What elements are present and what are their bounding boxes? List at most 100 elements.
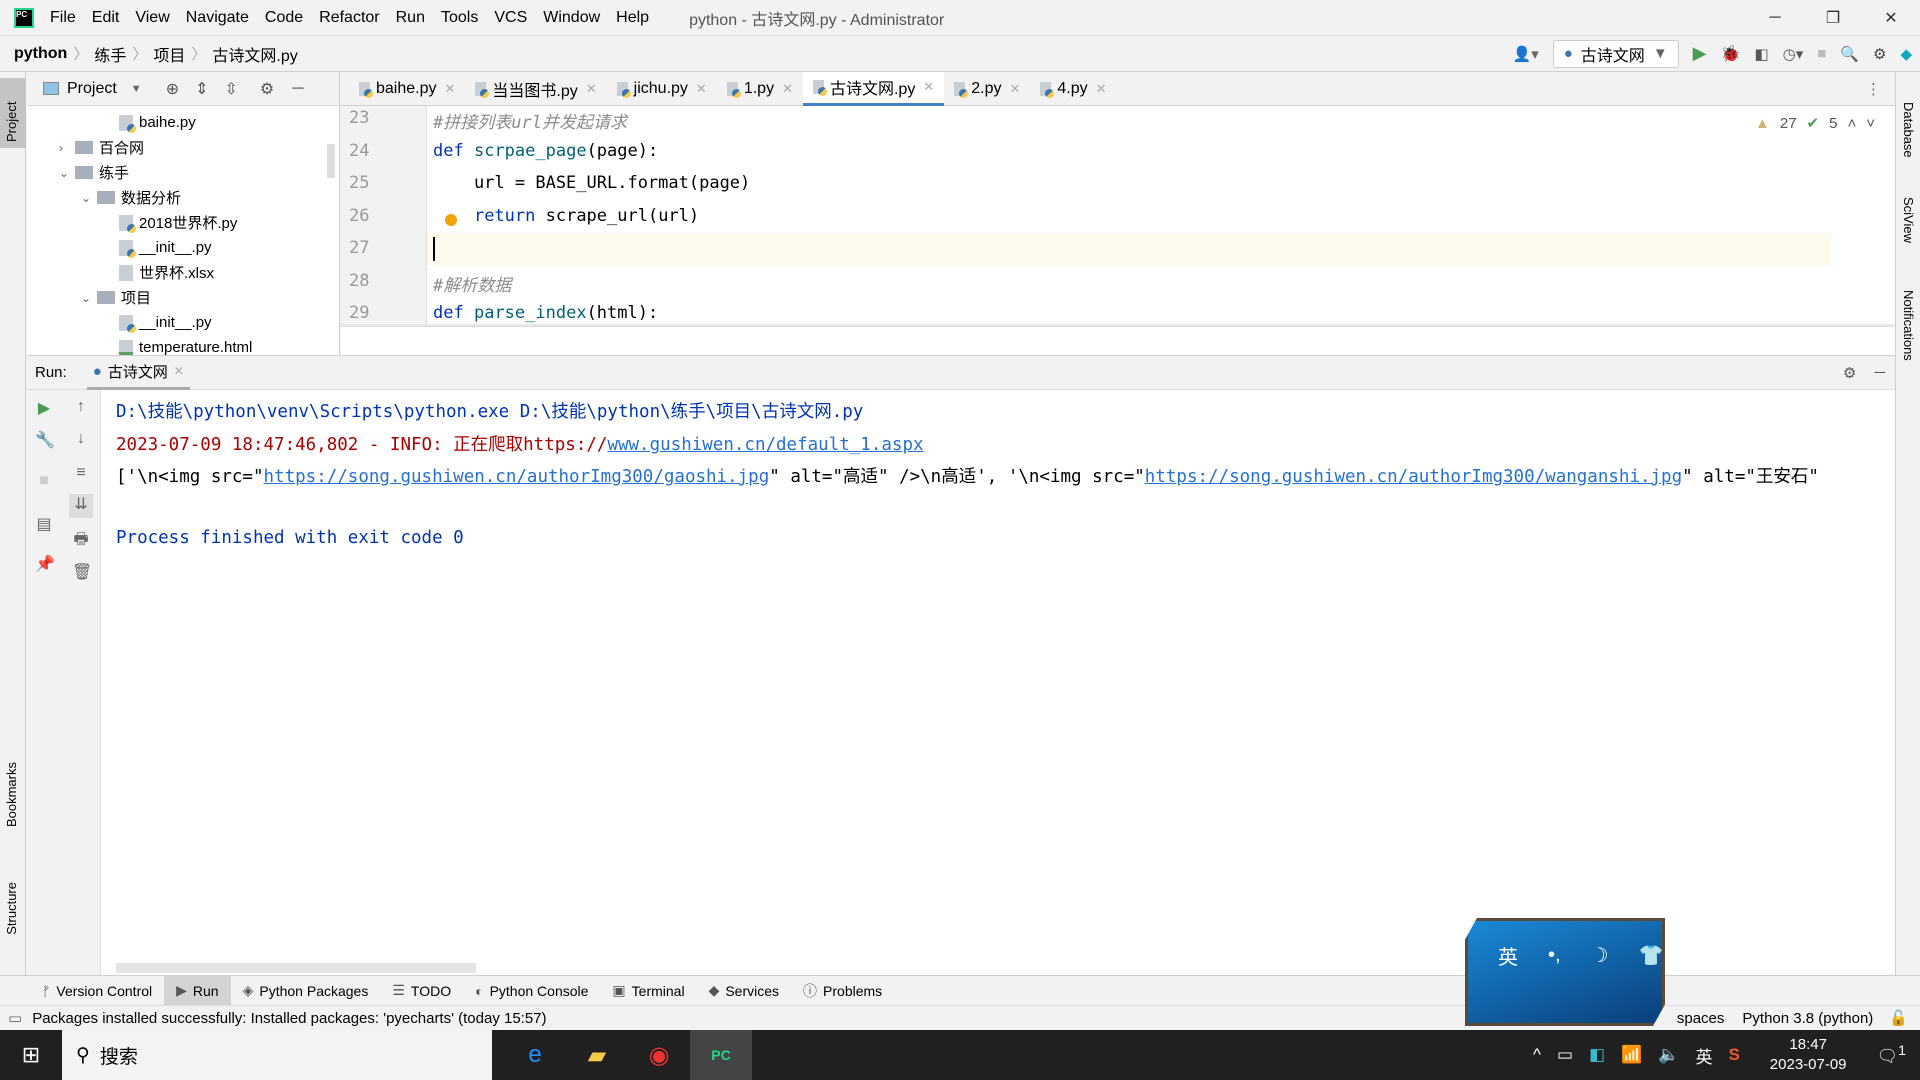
tool-tab-version-control[interactable]: ᚠ Version Control bbox=[30, 976, 164, 1006]
toolbox-icon[interactable]: ◆ bbox=[1900, 45, 1912, 63]
interpreter-status[interactable]: Python 3.8 (python) bbox=[1742, 1010, 1873, 1027]
output-link[interactable]: https://song.gushiwen.cn/authorImg300/ga… bbox=[264, 467, 770, 487]
project-tree-item[interactable]: 世界杯.xlsx bbox=[103, 260, 214, 285]
windows-start-icon[interactable]: ⊞ bbox=[0, 1030, 62, 1080]
expand-all-icon[interactable]: ⇕ bbox=[195, 79, 208, 99]
tool-tab-terminal[interactable]: ▣ Terminal bbox=[600, 976, 696, 1006]
menu-tools[interactable]: Tools bbox=[441, 9, 478, 27]
status-panel-icon[interactable]: ▭ bbox=[8, 1009, 22, 1027]
tab-2.py[interactable]: 2.py ✕ bbox=[944, 72, 1030, 106]
more-tabs-icon[interactable]: ⋮ bbox=[1866, 80, 1881, 98]
down-arrow-icon[interactable]: ↓ bbox=[72, 430, 90, 448]
tool-tab-python-console[interactable]: ◐ Python Console bbox=[463, 976, 600, 1006]
run-config-select[interactable]: ● 古诗文网 ▼ bbox=[1552, 39, 1679, 68]
chrome-icon[interactable]: ◉ bbox=[628, 1030, 690, 1080]
project-tree-item[interactable]: ⌄ 练手 bbox=[59, 160, 129, 185]
menu-code[interactable]: Code bbox=[265, 9, 303, 27]
ime-mode[interactable]: 英 bbox=[1498, 941, 1518, 970]
trash-icon[interactable]: 🗑 bbox=[72, 562, 92, 581]
locate-icon[interactable]: ⊕ bbox=[166, 79, 179, 99]
database-tool-button[interactable]: Database bbox=[1901, 102, 1916, 158]
skin-icon[interactable]: 👕 bbox=[1639, 943, 1664, 968]
menu-edit[interactable]: Edit bbox=[92, 9, 120, 27]
debug-icon[interactable]: 🐞 bbox=[1721, 44, 1741, 64]
chevron-right-icon[interactable]: › bbox=[59, 141, 75, 155]
tab-jichu.py[interactable]: jichu.py ✕ bbox=[607, 72, 717, 106]
close-icon[interactable]: ✕ bbox=[1096, 81, 1107, 97]
project-scrollbar[interactable] bbox=[327, 144, 335, 178]
close-icon[interactable]: ✕ bbox=[174, 364, 184, 378]
volume-icon[interactable]: 🔈 bbox=[1658, 1045, 1679, 1065]
minimize-button[interactable]: ─ bbox=[1746, 9, 1804, 27]
menu-refactor[interactable]: Refactor bbox=[319, 9, 379, 27]
close-icon[interactable]: ✕ bbox=[782, 81, 793, 97]
collapse-all-icon[interactable]: ⇳ bbox=[225, 79, 238, 99]
menu-view[interactable]: View bbox=[135, 9, 169, 27]
output-link[interactable]: https://song.gushiwen.cn/authorImg300/wa… bbox=[1145, 467, 1682, 487]
breadcrumb-item[interactable]: 练手 bbox=[94, 42, 126, 66]
gear-icon[interactable]: ⚙ bbox=[260, 79, 274, 99]
pycharm-taskbar-icon[interactable]: PC bbox=[690, 1030, 752, 1080]
previous-highlight-icon[interactable]: ˄ bbox=[1847, 115, 1856, 132]
taskbar-search[interactable]: ⚲ 搜索 bbox=[62, 1030, 492, 1080]
tray-expand-icon[interactable]: ^ bbox=[1533, 1045, 1541, 1065]
run-tab[interactable]: ● 古诗文网 ✕ bbox=[86, 356, 190, 390]
chevron-down-icon[interactable]: ⌄ bbox=[81, 191, 97, 205]
indent-status[interactable]: spaces bbox=[1677, 1010, 1725, 1027]
punctuation-icon[interactable]: •, bbox=[1548, 944, 1561, 967]
coverage-icon[interactable]: ◧ bbox=[1754, 45, 1768, 63]
project-tree-item[interactable]: baihe.py bbox=[103, 110, 196, 135]
menu-navigate[interactable]: Navigate bbox=[186, 9, 249, 27]
project-tree-item[interactable]: __init__.py bbox=[103, 235, 212, 260]
console-hscrollbar[interactable] bbox=[116, 963, 476, 973]
up-arrow-icon[interactable]: ↑ bbox=[72, 398, 90, 416]
structure-tool-button[interactable]: Structure bbox=[4, 882, 19, 935]
wrench-icon[interactable]: 🔧 bbox=[35, 430, 55, 449]
inspection-widget[interactable]: ▲ 27 ✔ 5 ˄ ˅ bbox=[1755, 114, 1875, 133]
clock[interactable]: 18:47 2023-07-09 bbox=[1770, 1035, 1847, 1075]
bookmarks-tool-button[interactable]: Bookmarks bbox=[4, 762, 19, 827]
tab-baihe.py[interactable]: baihe.py ✕ bbox=[349, 72, 465, 106]
hide-icon[interactable]: ─ bbox=[292, 80, 303, 98]
tab-1.py[interactable]: 1.py ✕ bbox=[717, 72, 803, 106]
menu-run[interactable]: Run bbox=[396, 9, 425, 27]
battery-icon[interactable]: ▭ bbox=[1557, 1045, 1573, 1065]
notifications-tool-button[interactable]: Notifications bbox=[1901, 290, 1916, 361]
stop-icon[interactable]: ■ bbox=[1817, 45, 1826, 62]
breadcrumb-item[interactable]: python bbox=[14, 45, 67, 63]
close-icon[interactable]: ✕ bbox=[1010, 81, 1021, 97]
close-icon[interactable]: ✕ bbox=[696, 81, 707, 97]
breadcrumb-item[interactable]: 项目 bbox=[153, 42, 185, 66]
stop-icon[interactable]: ■ bbox=[35, 472, 53, 490]
lock-icon[interactable]: 🔓 bbox=[1889, 1009, 1908, 1027]
scroll-to-end-icon[interactable]: ⇊ bbox=[69, 494, 93, 518]
project-view-select[interactable]: Project bbox=[67, 80, 117, 98]
search-icon[interactable]: 🔍 bbox=[1840, 45, 1859, 63]
menu-window[interactable]: Window bbox=[543, 9, 600, 27]
tool-tab-services[interactable]: ◆ Services bbox=[697, 976, 791, 1006]
chevron-down-icon[interactable]: ⌄ bbox=[81, 291, 97, 305]
tool-tab-problems[interactable]: ⓘ Problems bbox=[791, 976, 894, 1006]
close-icon[interactable]: ✕ bbox=[445, 81, 456, 97]
notification-center-icon[interactable]: 🗨1 bbox=[1877, 1043, 1906, 1067]
user-icon[interactable]: 👤▾ bbox=[1513, 45, 1539, 63]
tool-tab-python-packages[interactable]: ◈ Python Packages bbox=[231, 976, 381, 1006]
layout-icon[interactable]: ▤ bbox=[35, 514, 53, 533]
rerun-icon[interactable]: ▶ bbox=[35, 398, 53, 417]
chevron-down-icon[interactable]: ▼ bbox=[131, 83, 142, 95]
tool-tab-run[interactable]: ▶ Run bbox=[164, 975, 231, 1006]
file-explorer-icon[interactable]: ▰ bbox=[566, 1030, 628, 1080]
gear-icon[interactable]: ⚙ bbox=[1843, 364, 1856, 382]
ime-skin-widget[interactable]: 英 •, ☽ 👕 bbox=[1465, 918, 1665, 1026]
close-icon[interactable]: ✕ bbox=[923, 79, 934, 95]
print-icon[interactable]: 🖶 bbox=[72, 528, 90, 548]
map-app-icon[interactable]: ◧ bbox=[1589, 1045, 1605, 1065]
run-console[interactable]: ▶ ↑ 🔧 ↓ ■ ≡ ⇊ ▤ 🖶 📌 🗑 D:\技能\python\venv\… bbox=[27, 390, 1895, 975]
project-tree-item[interactable]: ⌄ 项目 bbox=[81, 285, 151, 310]
menu-help[interactable]: Help bbox=[616, 9, 649, 27]
project-tree-item[interactable]: ⌄ 数据分析 bbox=[81, 185, 181, 210]
tab-当当图书.py[interactable]: 当当图书.py ✕ bbox=[465, 72, 606, 106]
project-tool-button[interactable]: Project bbox=[0, 78, 26, 148]
project-tree-item[interactable]: › 百合网 bbox=[59, 135, 144, 160]
edge-icon[interactable]: e bbox=[504, 1030, 566, 1080]
